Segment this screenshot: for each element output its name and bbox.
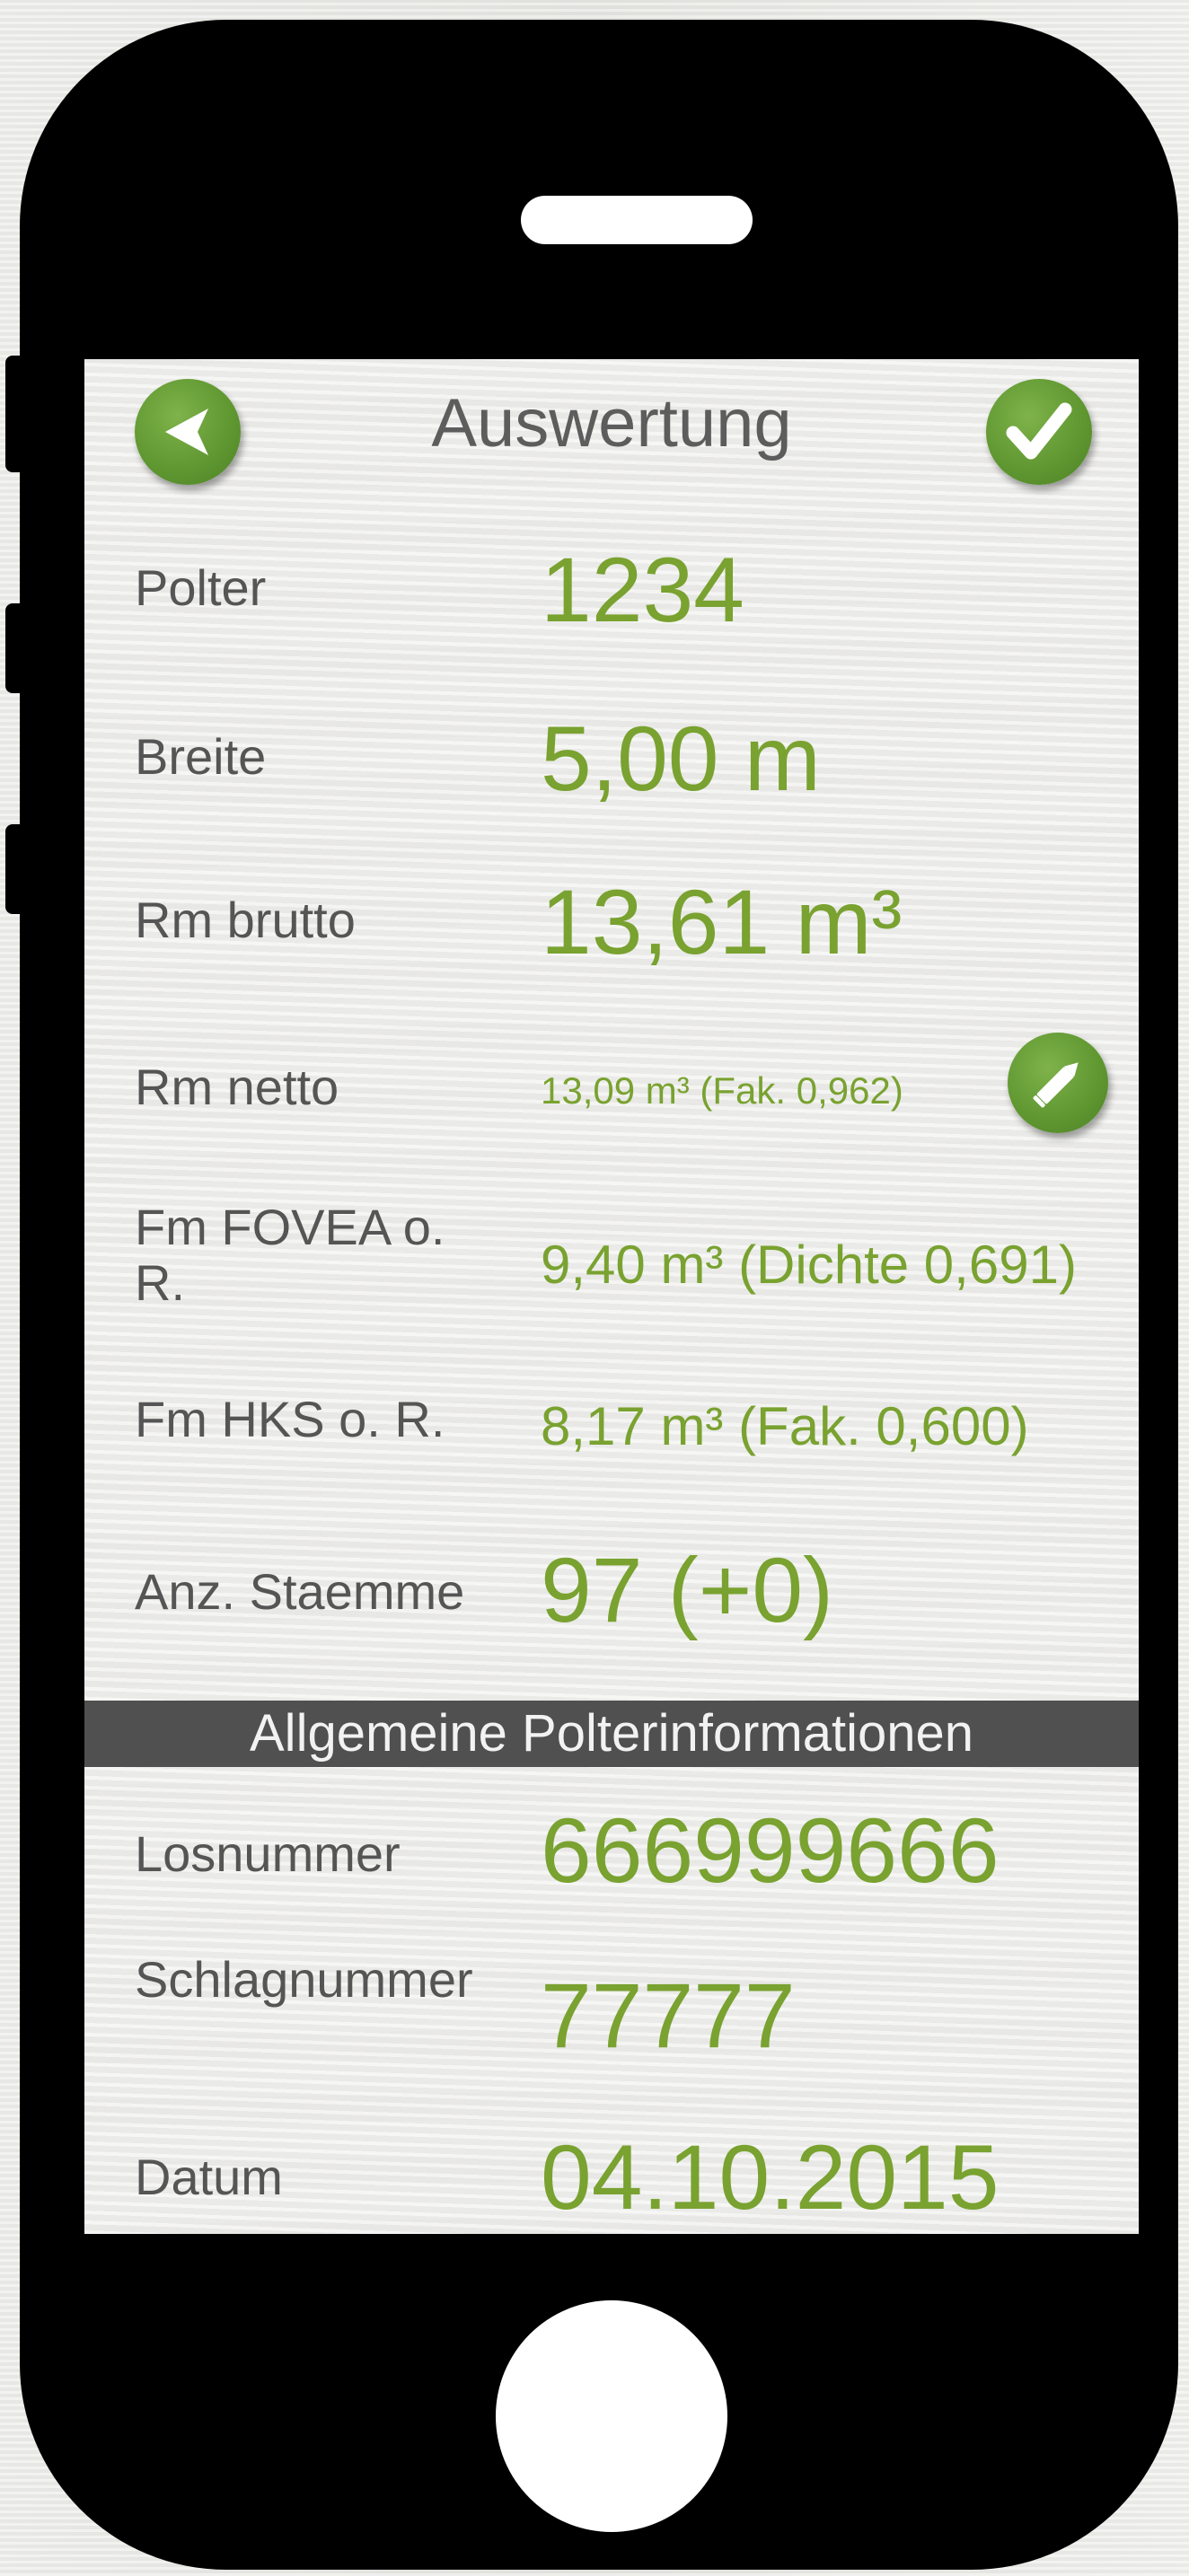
polter-value: 1234 (541, 539, 744, 641)
losnummer-value: 666999666 (541, 1799, 1000, 1902)
volume-up-button (5, 603, 32, 693)
app-screen: Auswertung Polter 1234 Breite 5,00 m Rm … (84, 359, 1139, 2234)
breite-label: Breite (135, 728, 267, 785)
mute-switch (5, 356, 32, 472)
confirm-button[interactable] (986, 379, 1092, 485)
polter-label: Polter (135, 559, 267, 616)
section-header: Allgemeine Polterinformationen (84, 1701, 1139, 1767)
page-title: Auswertung (431, 385, 792, 462)
losnummer-label: Losnummer (135, 1825, 401, 1882)
row-breite: Breite 5,00 m (84, 708, 1139, 810)
home-button[interactable] (496, 2300, 727, 2532)
anz-staemme-label: Anz. Staemme (135, 1563, 465, 1620)
rm-netto-label: Rm netto (135, 1059, 339, 1115)
row-schlagnummer: Schlagnummer 77777 (84, 1948, 1139, 2083)
row-fm-hks: Fm HKS o. R. 8,17 m³ (Fak. 0,600) (84, 1374, 1139, 1473)
row-polter: Polter 1234 (84, 539, 1139, 641)
row-anz-staemme: Anz. Staemme 97 (+0) (84, 1535, 1139, 1643)
row-losnummer: Losnummer 666999666 (84, 1794, 1139, 1902)
edit-button[interactable] (1008, 1033, 1108, 1133)
rm-brutto-label: Rm brutto (135, 892, 356, 948)
anz-staemme-value: 97 (+0) (541, 1539, 834, 1641)
volume-down-button (5, 824, 32, 914)
row-datum: Datum 04.10.2015 (84, 2123, 1139, 2230)
fm-fovea-value: 9,40 m³ (Dichte 0,691) (541, 1235, 1077, 1295)
row-rm-netto[interactable]: Rm netto 13,09 m³ (Fak. 0,962) (84, 1033, 1139, 1140)
row-rm-brutto: Rm brutto 13,61 m³ (84, 871, 1139, 973)
checkmark-icon (1006, 402, 1072, 460)
rm-netto-value: 13,09 m³ (Fak. 0,962) (541, 1069, 903, 1112)
breite-value: 5,00 m (541, 708, 821, 810)
schlagnummer-label: Schlagnummer (135, 1951, 473, 2008)
fm-hks-label: Fm HKS o. R. (135, 1391, 445, 1447)
fm-fovea-label: Fm FOVEA o. R. (135, 1199, 445, 1311)
datum-value: 04.10.2015 (541, 2126, 1000, 2229)
pencil-icon (1033, 1062, 1079, 1108)
fm-hks-value: 8,17 m³ (Fak. 0,600) (541, 1396, 1029, 1456)
datum-label: Datum (135, 2149, 283, 2205)
rm-brutto-value: 13,61 m³ (541, 871, 903, 973)
earpiece-speaker (521, 196, 753, 244)
row-fm-fovea: Fm FOVEA o. R. 9,40 m³ (Dichte 0,691) (84, 1194, 1139, 1320)
schlagnummer-value: 77777 (541, 1965, 796, 2067)
